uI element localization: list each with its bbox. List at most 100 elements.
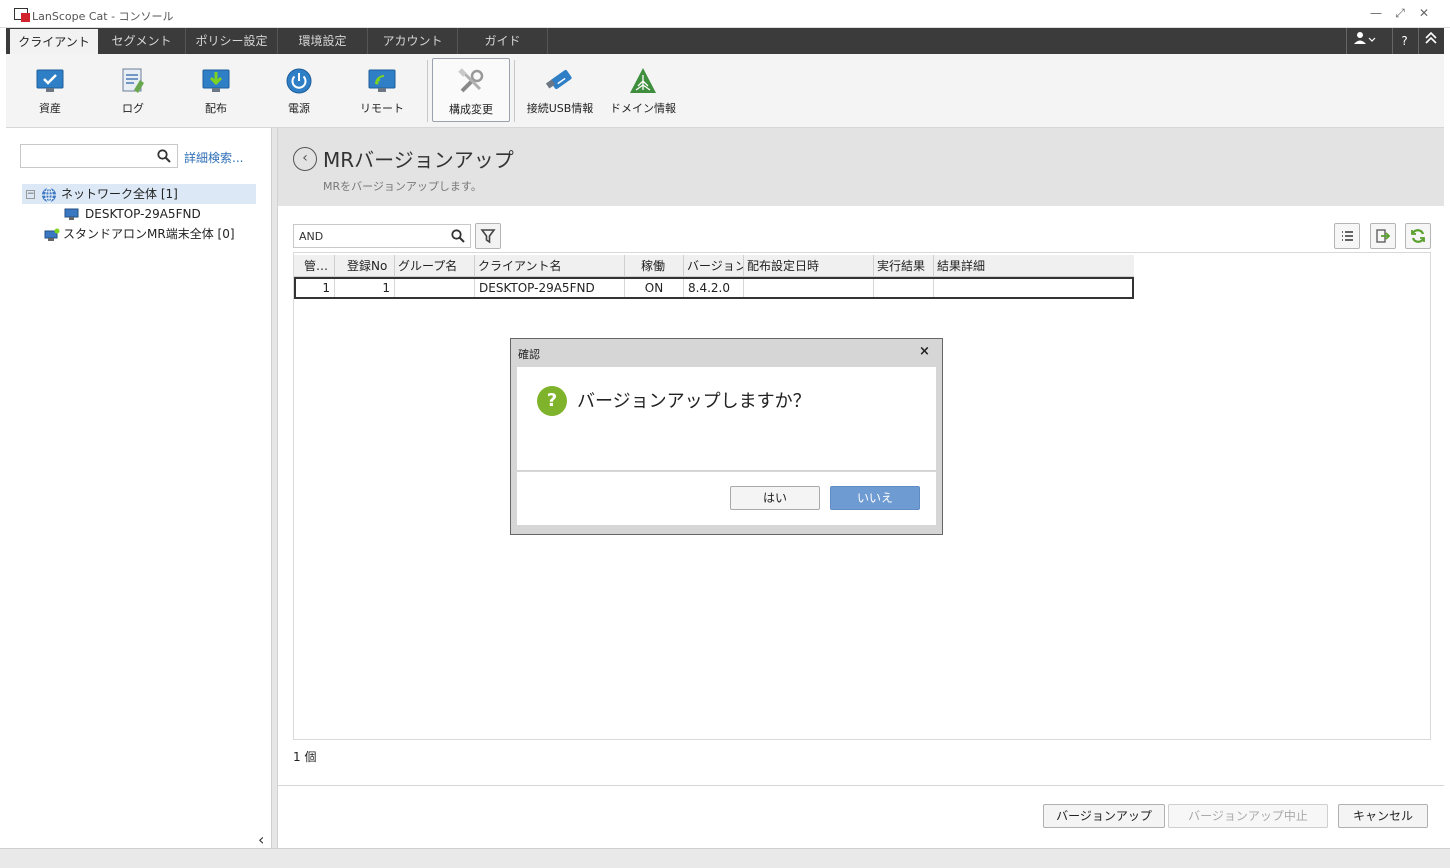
- dialog-body: ? バージョンアップしますか？: [517, 367, 936, 471]
- asset-button[interactable]: 資産: [8, 58, 92, 122]
- cell-version: 8.4.2.0: [684, 279, 744, 297]
- help-button[interactable]: ?: [1392, 28, 1416, 54]
- list-icon: [1342, 231, 1353, 241]
- usb-icon: [545, 70, 572, 89]
- cell-result: [874, 279, 934, 297]
- tab-guide[interactable]: ガイド: [458, 28, 548, 54]
- column-header[interactable]: クライアント名: [475, 255, 625, 277]
- question-icon: ?: [537, 386, 567, 416]
- column-header[interactable]: 配布設定日時: [744, 255, 874, 277]
- back-icon[interactable]: ‹: [293, 147, 317, 171]
- cell-dist-date: [744, 279, 874, 297]
- search-icon[interactable]: [451, 229, 465, 243]
- grid-filter-input[interactable]: AND: [293, 224, 471, 248]
- tree-item-standalone-mr[interactable]: スタンドアロンMR端末全体 [0]: [44, 224, 235, 244]
- column-list-button[interactable]: [1334, 223, 1360, 249]
- monitor-check-icon: [36, 69, 64, 92]
- log-document-icon: [122, 68, 144, 93]
- remote-icon: [368, 69, 396, 92]
- app-logo-icon: [14, 8, 30, 22]
- domain-icon: [630, 68, 656, 93]
- refresh-button[interactable]: [1405, 223, 1431, 249]
- remote-button[interactable]: リモート: [340, 58, 424, 122]
- collapse-ribbon-icon[interactable]: [1418, 28, 1442, 54]
- refresh-icon: [1411, 229, 1425, 243]
- cancel-button[interactable]: キャンセル: [1338, 804, 1428, 828]
- column-header[interactable]: 登録No: [335, 255, 395, 277]
- tab-client[interactable]: クライアント: [10, 29, 98, 54]
- standalone-computer-icon: [44, 228, 60, 241]
- maximize-icon[interactable]: ⤢: [1392, 6, 1408, 21]
- filter-value: AND: [299, 230, 324, 243]
- page-subtitle: MRをバージョンアップします。: [323, 180, 482, 193]
- column-header[interactable]: 実行結果: [874, 255, 934, 277]
- yes-button[interactable]: はい: [730, 486, 820, 510]
- tree-item-label: DESKTOP-29A5FND: [85, 207, 201, 221]
- cell-status: ON: [625, 279, 684, 297]
- tree-collapse-icon[interactable]: −: [26, 190, 35, 199]
- grid-header: 管… 登録No グループ名 クライアント名 稼働 バージョン 配布設定日時 実行…: [294, 255, 1134, 277]
- filter-button[interactable]: [475, 223, 501, 249]
- stop-version-up-button[interactable]: バージョンアップ中止: [1168, 804, 1328, 828]
- computer-icon: [64, 208, 79, 220]
- dialog-footer: はい いいえ: [517, 472, 936, 525]
- tree-item-label: ネットワーク全体 [1]: [61, 187, 178, 201]
- cell-manage: 1: [296, 279, 335, 297]
- column-header[interactable]: バージョン: [684, 255, 744, 277]
- tree-item-label: スタンドアロンMR端末全体 [0]: [63, 227, 235, 241]
- log-button[interactable]: ログ: [91, 58, 175, 122]
- power-icon: [286, 68, 312, 94]
- bottom-strip: [0, 848, 1450, 868]
- cell-group: [395, 279, 475, 297]
- menu-bar: クライアント セグメント ポリシー設定 環境設定 アカウント ガイド ?: [6, 28, 1444, 54]
- left-tree-panel: 詳細検索... − ネットワーク全体 [1] DESKTOP-29A5FND スタ…: [6, 128, 272, 849]
- no-button[interactable]: いいえ: [830, 486, 920, 510]
- footer-divider: [278, 785, 1444, 786]
- close-icon[interactable]: ×: [919, 344, 930, 359]
- dialog-message: バージョンアップしますか？: [577, 391, 811, 412]
- domain-info-button[interactable]: ドメイン情報: [601, 58, 685, 122]
- page-header: ‹ MRバージョンアップ MRをバージョンアップします。: [278, 128, 1444, 206]
- export-button[interactable]: [1370, 223, 1396, 249]
- filter-icon: [480, 229, 496, 244]
- confirm-dialog: 確認 × ? バージョンアップしますか？ はい いいえ: [510, 338, 943, 535]
- version-up-button[interactable]: バージョンアップ: [1043, 804, 1165, 828]
- tree-item-desktop[interactable]: DESKTOP-29A5FND: [64, 204, 201, 224]
- search-icon[interactable]: [157, 149, 171, 163]
- window-title: LanScope Cat - コンソール: [32, 10, 174, 23]
- tools-icon: [458, 68, 484, 93]
- distribution-button[interactable]: 配布: [174, 58, 258, 122]
- cell-result-detail: [934, 279, 1132, 297]
- advanced-search-link[interactable]: 詳細検索...: [184, 149, 243, 166]
- power-button[interactable]: 電源: [257, 58, 341, 122]
- tab-account[interactable]: アカウント: [368, 28, 458, 54]
- column-header[interactable]: 管…: [294, 255, 335, 277]
- toolbar-separator: [427, 60, 428, 122]
- usb-info-button[interactable]: 接続USB情報: [518, 58, 602, 122]
- minimize-icon[interactable]: —: [1368, 6, 1384, 20]
- cell-client-name: DESKTOP-29A5FND: [475, 279, 625, 297]
- title-bar: LanScope Cat - コンソール — ⤢ ✕: [0, 0, 1450, 28]
- tab-environment[interactable]: 環境設定: [278, 28, 368, 54]
- close-window-icon[interactable]: ✕: [1416, 6, 1432, 20]
- tree-item-network-all[interactable]: − ネットワーク全体 [1]: [22, 184, 256, 204]
- column-header[interactable]: 稼働: [625, 255, 684, 277]
- tab-segment[interactable]: セグメント: [98, 28, 186, 54]
- toolbar-separator: [514, 60, 515, 122]
- table-row[interactable]: 1 1 DESKTOP-29A5FND ON 8.4.2.0: [294, 277, 1134, 299]
- page-title: MRバージョンアップ: [323, 148, 514, 172]
- globe-icon: [42, 187, 56, 202]
- ribbon-toolbar: 資産 ログ 配布 電源 リモート 構成変更 接続USB情報 ドメイン情報: [6, 54, 1444, 128]
- export-icon: [1376, 229, 1391, 243]
- column-header[interactable]: グループ名: [395, 255, 475, 277]
- tab-policy[interactable]: ポリシー設定: [186, 28, 278, 54]
- dialog-title: 確認: [518, 348, 540, 361]
- column-header[interactable]: 結果詳細: [934, 255, 1134, 277]
- user-menu-icon[interactable]: [1346, 28, 1382, 54]
- tree-search-input[interactable]: [20, 144, 178, 168]
- download-icon: [202, 69, 230, 92]
- cell-reg-no: 1: [335, 279, 395, 297]
- row-count: 1 個: [293, 750, 317, 764]
- collapse-panel-icon[interactable]: ‹: [258, 830, 264, 849]
- config-change-button[interactable]: 構成変更: [432, 58, 510, 122]
